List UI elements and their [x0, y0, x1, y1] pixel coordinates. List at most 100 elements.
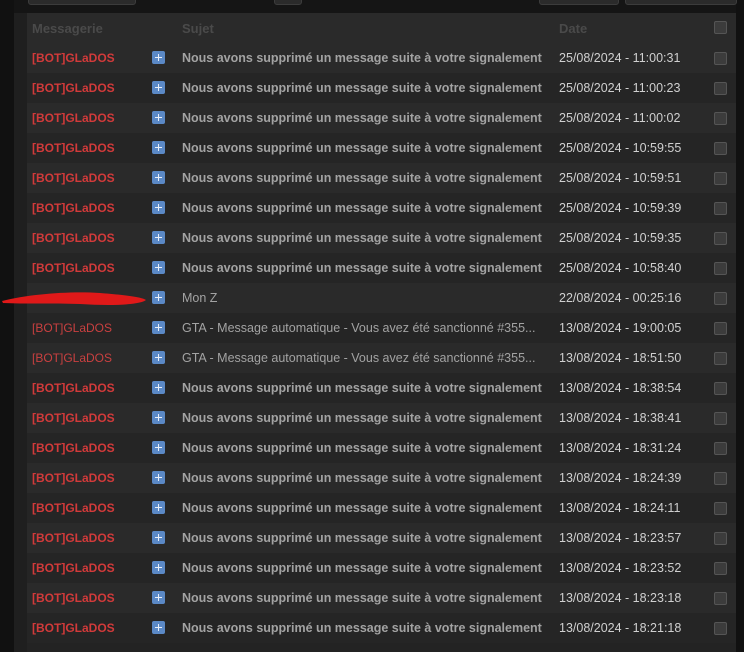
subject-link[interactable]: Nous avons supprimé un message suite à v… — [182, 441, 544, 455]
row-checkbox[interactable] — [714, 412, 727, 425]
toolbar-button[interactable] — [539, 0, 619, 5]
select-all-checkbox[interactable] — [714, 21, 727, 34]
sender-link[interactable]: [BOT]GLaDOS — [32, 141, 115, 155]
sender-link[interactable]: [BOT]GLaDOS — [32, 441, 115, 455]
subject-link[interactable]: Nous avons supprimé un message suite à v… — [182, 411, 544, 425]
row-checkbox[interactable] — [714, 112, 727, 125]
subject-link[interactable]: Nous avons supprimé un message suite à v… — [182, 261, 544, 275]
expand-plus-icon[interactable] — [152, 411, 165, 424]
row-checkbox[interactable] — [714, 442, 727, 455]
row-checkbox[interactable] — [714, 262, 727, 275]
sender-link[interactable]: [BOT]GLaDOS — [32, 321, 112, 335]
subject-link[interactable]: Nous avons supprimé un message suite à v… — [182, 501, 544, 515]
expand-plus-icon[interactable] — [152, 201, 165, 214]
expand-plus-icon[interactable] — [152, 441, 165, 454]
expand-plus-icon[interactable] — [152, 381, 165, 394]
subject-link[interactable]: Nous avons supprimé un message suite à v… — [182, 51, 544, 65]
row-checkbox[interactable] — [714, 622, 727, 635]
subject-link[interactable]: Nous avons supprimé un message suite à v… — [182, 591, 544, 605]
row-checkbox[interactable] — [714, 382, 727, 395]
sender-link[interactable]: [BOT]GLaDOS — [32, 471, 115, 485]
expand-plus-icon[interactable] — [152, 111, 165, 124]
table-row[interactable]: [BOT]GLaDOS Nous avons supprimé un messag… — [27, 463, 736, 493]
toolbar-button[interactable] — [625, 0, 737, 5]
expand-plus-icon[interactable] — [152, 291, 165, 304]
table-row[interactable]: [BOT]GLaDOS Nous avons supprimé un messag… — [27, 253, 736, 283]
row-checkbox[interactable] — [714, 142, 727, 155]
sender-link[interactable]: [BOT]GLaDOS — [32, 201, 115, 215]
expand-plus-icon[interactable] — [152, 501, 165, 514]
row-checkbox[interactable] — [714, 502, 727, 515]
expand-plus-icon[interactable] — [152, 621, 165, 634]
expand-plus-icon[interactable] — [152, 231, 165, 244]
table-row[interactable]: [BOT]GLaDOS Nous avons supprimé un messag… — [27, 223, 736, 253]
sender-link[interactable]: [BOT]GLaDOS — [32, 621, 115, 635]
subject-link[interactable]: Nous avons supprimé un message suite à v… — [182, 141, 544, 155]
table-row[interactable]: [BOT]GLaDOS Nous avons supprimé un messag… — [27, 553, 736, 583]
subject-link[interactable]: Mon Z — [182, 291, 544, 305]
expand-plus-icon[interactable] — [152, 591, 165, 604]
expand-plus-icon[interactable] — [152, 471, 165, 484]
table-row[interactable]: [BOT]GLaDOS Nous avons supprimé un messag… — [27, 193, 736, 223]
row-checkbox[interactable] — [714, 232, 727, 245]
subject-link[interactable]: Nous avons supprimé un message suite à v… — [182, 471, 544, 485]
expand-plus-icon[interactable] — [152, 321, 165, 334]
table-row[interactable]: [BOT]GLaDOS Nous avons supprimé un messag… — [27, 103, 736, 133]
row-checkbox[interactable] — [714, 52, 727, 65]
sender-link[interactable]: [BOT]GLaDOS — [32, 81, 115, 95]
toolbar-select[interactable] — [28, 0, 136, 5]
sender-link[interactable]: [BOT]GLaDOS — [32, 411, 115, 425]
expand-plus-icon[interactable] — [152, 561, 165, 574]
row-checkbox[interactable] — [714, 592, 727, 605]
expand-plus-icon[interactable] — [152, 171, 165, 184]
sender-link[interactable]: [BOT]GLaDOS — [32, 111, 115, 125]
subject-link[interactable]: Nous avons supprimé un message suite à v… — [182, 561, 544, 575]
row-checkbox[interactable] — [714, 352, 727, 365]
expand-plus-icon[interactable] — [152, 81, 165, 94]
table-row[interactable]: [BOT]GLaDOS GTA - Message automatique - V… — [27, 313, 736, 343]
expand-plus-icon[interactable] — [152, 51, 165, 64]
subject-link[interactable]: Nous avons supprimé un message suite à v… — [182, 381, 544, 395]
subject-link[interactable]: GTA - Message automatique - Vous avez ét… — [182, 351, 544, 365]
header-sender[interactable]: Messagerie — [32, 21, 103, 36]
table-row[interactable]: [BOT]GLaDOS Nous avons supprimé un messag… — [27, 73, 736, 103]
row-checkbox[interactable] — [714, 202, 727, 215]
header-subject[interactable]: Sujet — [182, 21, 214, 36]
sender-link[interactable]: [BOT]GLaDOS — [32, 561, 115, 575]
subject-link[interactable]: Nous avons supprimé un message suite à v… — [182, 231, 544, 245]
sender-link[interactable]: [BOT]GLaDOS — [32, 531, 115, 545]
table-row[interactable]: [BOT]GLaDOS Nous avons supprimé un messag… — [27, 523, 736, 553]
sender-link[interactable]: [BOT]GLaDOS — [32, 171, 115, 185]
table-row[interactable]: [BOT]GLaDOS Nous avons supprimé un messag… — [27, 613, 736, 643]
sender-link[interactable]: [BOT]GLaDOS — [32, 351, 112, 365]
row-checkbox[interactable] — [714, 82, 727, 95]
row-checkbox[interactable] — [714, 532, 727, 545]
expand-plus-icon[interactable] — [152, 261, 165, 274]
expand-plus-icon[interactable] — [152, 531, 165, 544]
subject-link[interactable]: Nous avons supprimé un message suite à v… — [182, 171, 544, 185]
table-row[interactable]: [BOT]GLaDOS GTA - Message automatique - V… — [27, 343, 736, 373]
header-date[interactable]: Date — [559, 21, 587, 36]
subject-link[interactable]: GTA - Message automatique - Vous avez ét… — [182, 321, 544, 335]
subject-link[interactable]: Nous avons supprimé un message suite à v… — [182, 531, 544, 545]
table-row[interactable]: [BOT]GLaDOS Nous avons supprimé un messag… — [27, 493, 736, 523]
subject-link[interactable]: Nous avons supprimé un message suite à v… — [182, 621, 544, 635]
table-row[interactable]: [BOT]GLaDOS Nous avons supprimé un messag… — [27, 583, 736, 613]
table-row[interactable]: [BOT]GLaDOS Nous avons supprimé un messag… — [27, 373, 736, 403]
row-checkbox[interactable] — [714, 292, 727, 305]
table-row[interactable]: [BOT]GLaDOS Nous avons supprimé un messag… — [27, 163, 736, 193]
sender-link[interactable]: [BOT]GLaDOS — [32, 501, 115, 515]
table-row[interactable]: [BOT]GLaDOS Nous avons supprimé un messag… — [27, 133, 736, 163]
row-checkbox[interactable] — [714, 322, 727, 335]
sender-link[interactable]: [BOT]GLaDOS — [32, 51, 115, 65]
table-row[interactable]: [BOT]GLaDOS Nous avons supprimé un messag… — [27, 433, 736, 463]
expand-plus-icon[interactable] — [152, 141, 165, 154]
expand-plus-icon[interactable] — [152, 351, 165, 364]
row-checkbox[interactable] — [714, 562, 727, 575]
sender-link[interactable]: [BOT]GLaDOS — [32, 261, 115, 275]
row-checkbox[interactable] — [714, 472, 727, 485]
table-row[interactable]: [BOT]GLaDOS Nous avons supprimé un messag… — [27, 43, 736, 73]
subject-link[interactable]: Nous avons supprimé un message suite à v… — [182, 111, 544, 125]
sender-link[interactable]: [BOT]GLaDOS — [32, 591, 115, 605]
subject-link[interactable]: Nous avons supprimé un message suite à v… — [182, 201, 544, 215]
